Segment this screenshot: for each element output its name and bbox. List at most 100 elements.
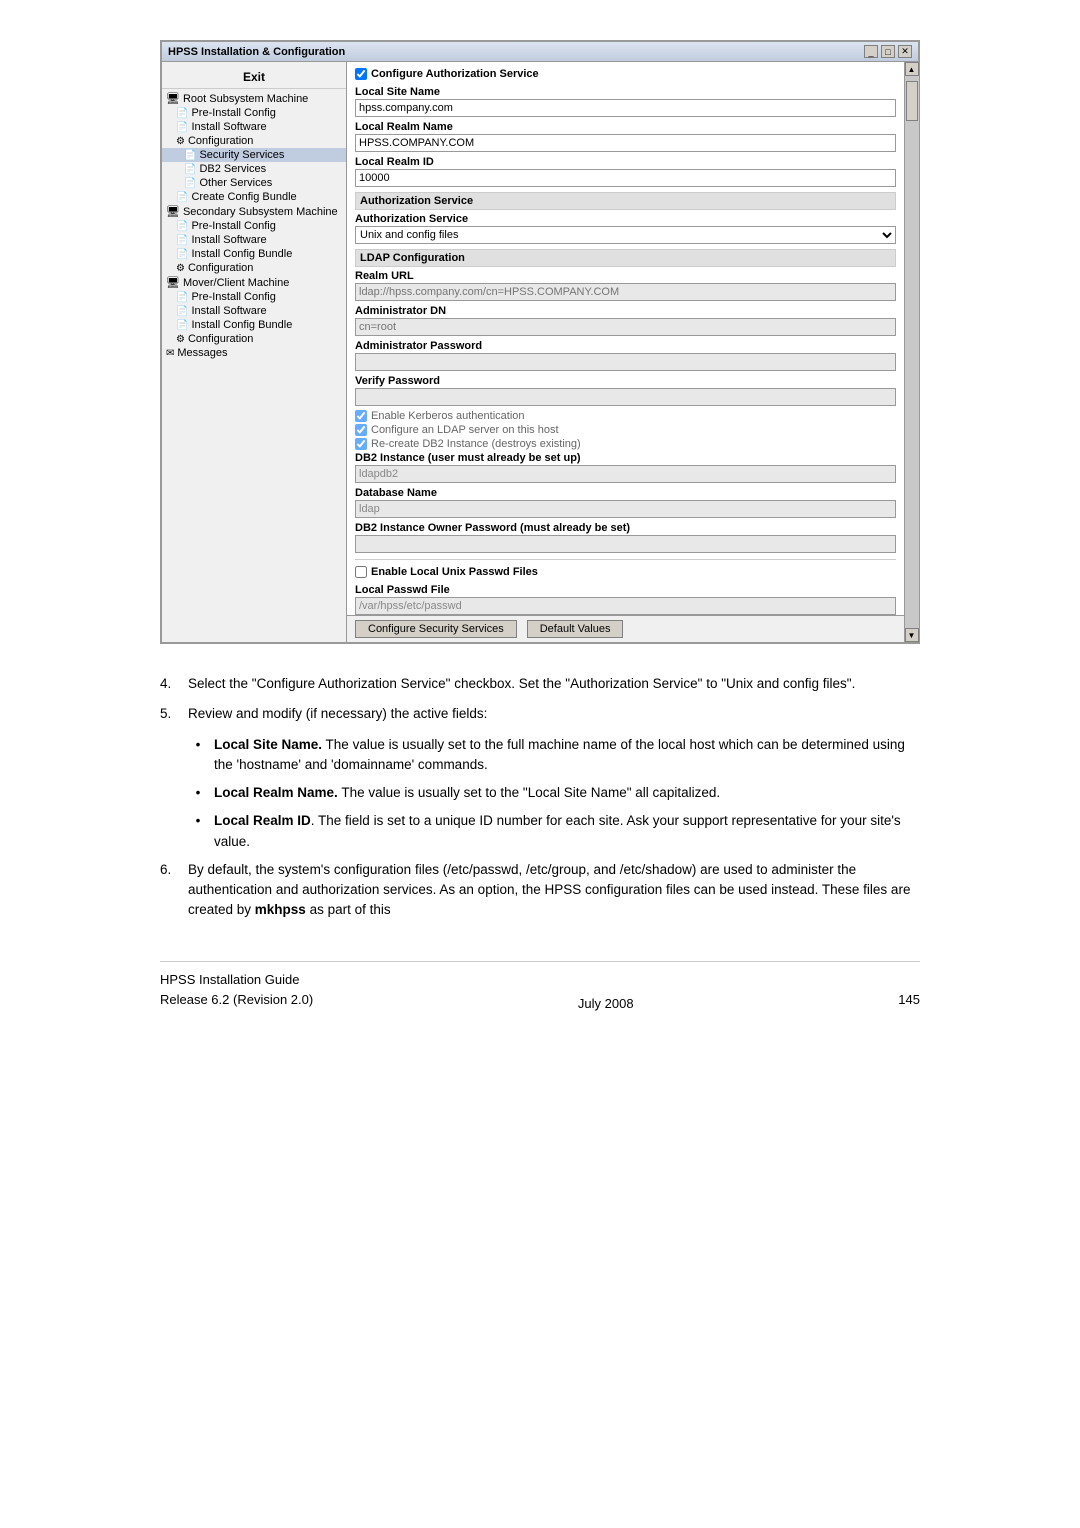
sidebar-item-label: Configuration xyxy=(188,333,253,345)
bullet-2-rest: The value is usually set to the "Local S… xyxy=(338,785,720,800)
database-name-input[interactable] xyxy=(355,500,896,518)
enable-local-passwd-checkbox[interactable] xyxy=(355,566,367,578)
recreate-db2-label: Re-create DB2 Instance (destroys existin… xyxy=(371,438,581,450)
sidebar-item-db2-services[interactable]: 📄DB2 Services xyxy=(162,162,346,176)
realm-url-input xyxy=(355,283,896,301)
scroll-up-arrow[interactable]: ▲ xyxy=(905,62,919,76)
db2-instance-input[interactable] xyxy=(355,465,896,483)
window-controls: _ □ ✕ xyxy=(864,45,912,58)
bullet-1-bold: Local Site Name. xyxy=(214,737,322,752)
sidebar-item-pre-install-1[interactable]: 📄Pre-Install Config xyxy=(162,106,346,120)
local-passwd-file-label: Local Passwd File xyxy=(355,584,896,596)
footer-left: HPSS Installation Guide Release 6.2 (Rev… xyxy=(160,970,313,1012)
sidebar-item-label: Create Config Bundle xyxy=(191,191,296,203)
sidebar-item-secondary-subsystem[interactable]: 🖥Secondary Subsystem Machine xyxy=(162,204,346,219)
step-5: 5. Review and modify (if necessary) the … xyxy=(160,704,920,724)
auth-service-label: Authorization Service xyxy=(355,213,896,225)
sidebar-item-label: Security Services xyxy=(199,149,284,161)
step-6-text-part2: as part of this xyxy=(306,902,391,917)
sidebar-item-install-config-2[interactable]: 📄Install Config Bundle xyxy=(162,247,346,261)
sidebar-item-install-sw-1[interactable]: 📄Install Software xyxy=(162,120,346,134)
step-6: 6. By default, the system's configuratio… xyxy=(160,860,920,921)
local-site-name-input[interactable] xyxy=(355,99,896,117)
sidebar-item-other-services[interactable]: 📄Other Services xyxy=(162,176,346,190)
local-realm-id-label: Local Realm ID xyxy=(355,156,896,168)
local-realm-name-input[interactable] xyxy=(355,134,896,152)
bullet-1: • Local Site Name. The value is usually … xyxy=(190,735,920,776)
database-name-label: Database Name xyxy=(355,487,896,499)
admin-password-input xyxy=(355,353,896,371)
auth-service-select[interactable]: Unix and config files xyxy=(355,226,896,244)
sidebar-item-install-sw-3[interactable]: 📄Install Software xyxy=(162,304,346,318)
bullet-3-rest: . The field is set to a unique ID number… xyxy=(214,813,901,848)
close-button[interactable]: ✕ xyxy=(898,45,912,58)
scroll-thumb[interactable] xyxy=(906,81,918,121)
exit-button[interactable]: Exit xyxy=(162,66,346,89)
configure-security-button[interactable]: Configure Security Services xyxy=(355,620,517,638)
sidebar-item-label: Install Software xyxy=(191,305,266,317)
local-realm-name-group: Local Realm Name xyxy=(355,121,896,152)
sidebar-item-label: Install Config Bundle xyxy=(191,319,292,331)
ldap-server-checkbox-row: Configure an LDAP server on this host xyxy=(355,424,896,436)
scrollbar[interactable]: ▲ ▼ xyxy=(904,62,918,642)
local-realm-id-group: Local Realm ID xyxy=(355,156,896,187)
sidebar-item-label: Pre-Install Config xyxy=(191,220,275,232)
sidebar-item-label: Configuration xyxy=(188,262,253,274)
local-realm-name-label: Local Realm Name xyxy=(355,121,896,133)
sidebar-item-configuration-2[interactable]: ⚙Configuration xyxy=(162,261,346,275)
db2-password-label: DB2 Instance Owner Password (must alread… xyxy=(355,522,896,534)
ldap-server-checkbox[interactable] xyxy=(355,424,367,436)
verify-password-group: Verify Password xyxy=(355,375,896,406)
configure-auth-checkbox-row: Configure Authorization Service xyxy=(355,68,896,80)
bullet-2: • Local Realm Name. The value is usually… xyxy=(190,783,920,803)
local-passwd-file-input xyxy=(355,597,896,615)
sidebar-item-configuration-3[interactable]: ⚙Configuration xyxy=(162,332,346,346)
sidebar-item-pre-install-3[interactable]: 📄Pre-Install Config xyxy=(162,290,346,304)
default-values-button[interactable]: Default Values xyxy=(527,620,624,638)
sidebar-item-messages[interactable]: ✉Messages xyxy=(162,346,346,360)
db2-instance-group: DB2 Instance (user must already be set u… xyxy=(355,452,896,483)
sidebar-item-label: Install Software xyxy=(191,234,266,246)
local-realm-id-input[interactable] xyxy=(355,169,896,187)
kerberos-label: Enable Kerberos authentication xyxy=(371,410,525,422)
enable-local-passwd-row: Enable Local Unix Passwd Files xyxy=(355,566,896,578)
admin-password-label: Administrator Password xyxy=(355,340,896,352)
db2-password-input xyxy=(355,535,896,553)
sidebar-item-label: Configuration xyxy=(188,135,253,147)
realm-url-label: Realm URL xyxy=(355,270,896,282)
step-6-bold: mkhpss xyxy=(255,902,306,917)
sidebar-item-install-sw-2[interactable]: 📄Install Software xyxy=(162,233,346,247)
recreate-db2-checkbox[interactable] xyxy=(355,438,367,450)
sidebar-item-root-subsystem[interactable]: 🖥Root Subsystem Machine xyxy=(162,91,346,106)
admin-password-group: Administrator Password xyxy=(355,340,896,371)
sidebar-item-label: Root Subsystem Machine xyxy=(183,93,308,105)
sidebar-item-mover-client[interactable]: 🖥Mover/Client Machine xyxy=(162,275,346,290)
admin-dn-group: Administrator DN xyxy=(355,305,896,336)
sidebar-item-security-services[interactable]: 📄Security Services xyxy=(162,148,346,162)
auth-service-group: Authorization Service Unix and config fi… xyxy=(355,213,896,244)
maximize-button[interactable]: □ xyxy=(881,45,895,58)
scroll-track xyxy=(905,76,919,628)
kerberos-checkbox[interactable] xyxy=(355,410,367,422)
sidebar-item-label: Messages xyxy=(177,347,227,359)
sidebar-item-install-config-3[interactable]: 📄Install Config Bundle xyxy=(162,318,346,332)
sidebar-item-pre-install-2[interactable]: 📄Pre-Install Config xyxy=(162,219,346,233)
bullet-1-text: Local Site Name. The value is usually se… xyxy=(214,735,920,776)
minimize-button[interactable]: _ xyxy=(864,45,878,58)
local-site-name-label: Local Site Name xyxy=(355,86,896,98)
bullet-list: • Local Site Name. The value is usually … xyxy=(190,735,920,852)
auth-service-section-header: Authorization Service xyxy=(355,192,896,210)
sidebar-item-label: Other Services xyxy=(199,177,272,189)
window-footer: Configure Security Services Default Valu… xyxy=(347,615,904,642)
sidebar-item-configuration-1[interactable]: ⚙Configuration xyxy=(162,134,346,148)
application-window: HPSS Installation & Configuration _ □ ✕ … xyxy=(160,40,920,644)
scroll-down-arrow[interactable]: ▼ xyxy=(905,628,919,642)
enable-local-passwd-label: Enable Local Unix Passwd Files xyxy=(371,566,538,578)
bullet-3: • Local Realm ID. The field is set to a … xyxy=(190,811,920,852)
ldap-config-header: LDAP Configuration xyxy=(355,249,896,267)
configure-auth-checkbox[interactable] xyxy=(355,68,367,80)
bullet-dot-2: • xyxy=(190,783,206,803)
footer-date: July 2008 xyxy=(578,996,634,1011)
guide-title: HPSS Installation Guide xyxy=(160,970,313,991)
sidebar-item-create-config[interactable]: 📄Create Config Bundle xyxy=(162,190,346,204)
